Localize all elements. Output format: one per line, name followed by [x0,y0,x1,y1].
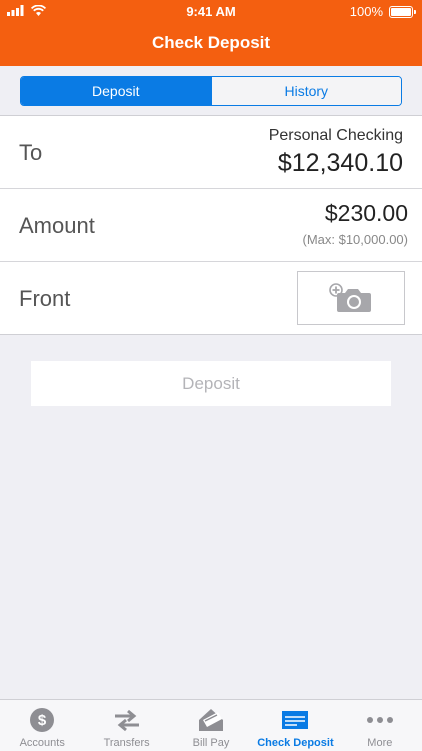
capture-front-button[interactable] [297,271,405,325]
status-bar: 9:41 AM 100% [0,0,422,22]
amount-row[interactable]: Amount $230.00 (Max: $10,000.00) [0,189,422,262]
bill-pay-icon [196,705,226,735]
tab-label: Check Deposit [257,737,334,749]
battery-percent: 100% [349,4,383,19]
tab-label: Transfers [103,737,150,749]
app-header: 9:41 AM 100% Check Deposit [0,0,422,66]
to-row[interactable]: To Personal Checking $12,340.10 [0,116,422,189]
battery-icon [389,5,416,18]
page-title: Check Deposit [151,33,271,52]
amount-label: Amount [19,213,95,238]
tab-accounts[interactable]: $ Accounts [0,700,84,751]
deposit-form: To Personal Checking $12,340.10 Amount $… [0,115,422,335]
amount-max: (Max: $10,000.00) [302,232,408,247]
more-dots-icon [366,705,394,735]
amount-value[interactable]: $230.00 [325,200,408,227]
dollar-circle-icon: $ [29,705,55,735]
tab-bar: $ Accounts Transfers Bill Pay Check Depo… [0,699,422,751]
status-right: 100% [349,4,416,19]
tab-bill-pay[interactable]: Bill Pay [169,700,253,751]
segment-deposit[interactable]: Deposit [21,77,211,105]
svg-text:$: $ [38,712,47,729]
to-account-balance: $12,340.10 [277,149,403,177]
front-row: Front [0,262,422,334]
segment-history[interactable]: History [210,77,401,105]
tab-transfers[interactable]: Transfers [84,700,168,751]
front-label: Front [19,286,71,311]
tab-label: Bill Pay [192,737,230,749]
tab-check-deposit[interactable]: Check Deposit [253,700,337,751]
tab-more[interactable]: More [338,700,422,751]
to-label: To [19,140,43,165]
tab-label: More [367,737,393,749]
to-account-name: Personal Checking [268,127,403,144]
deposit-button[interactable]: Deposit [31,361,391,406]
segmented-control: Deposit History [20,76,402,106]
tab-label: Accounts [19,737,65,749]
add-camera-icon [329,283,373,318]
check-icon [281,705,309,735]
transfer-arrows-icon [113,705,141,735]
